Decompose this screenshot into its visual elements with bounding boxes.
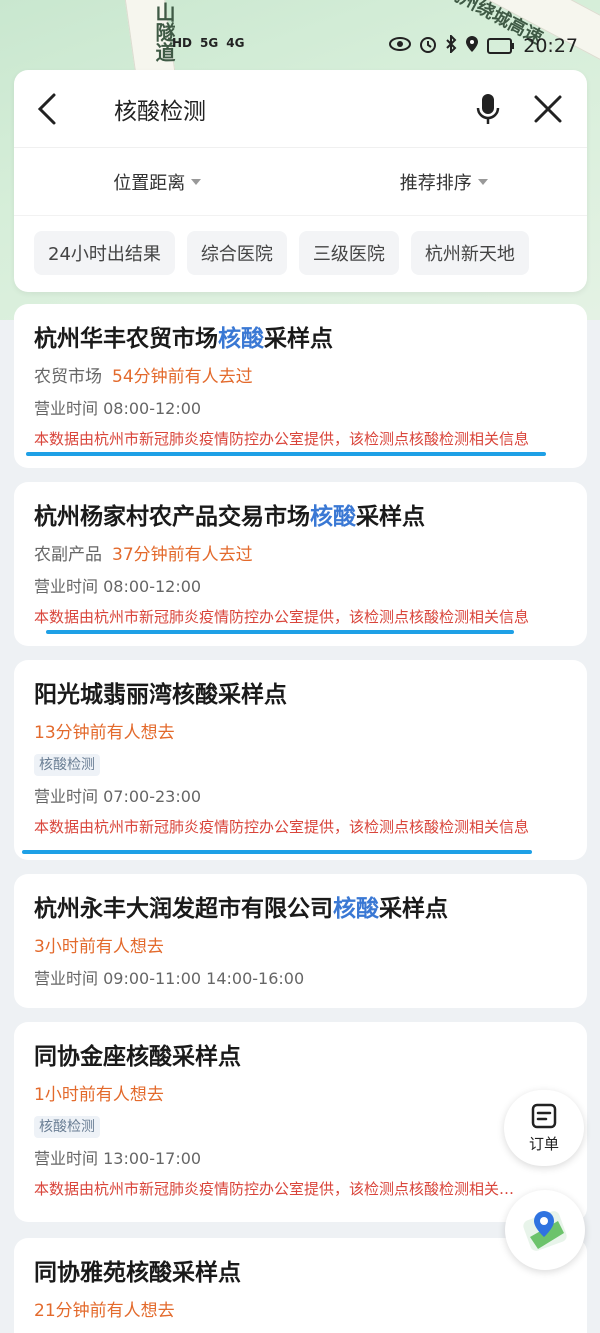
result-meta: 农副产品 37分钟前有人去过 xyxy=(34,544,567,566)
result-title: 同协雅苑核酸采样点 xyxy=(34,1260,241,1286)
filter-label: 位置距离 xyxy=(113,172,186,194)
result-card[interactable]: 杭州华丰农贸市场核酸采样点 农贸市场 54分钟前有人去过 营业时间 08:00-… xyxy=(14,304,587,468)
microphone-icon[interactable] xyxy=(471,92,505,126)
result-tag: 核酸检测 xyxy=(34,1116,100,1138)
location-icon xyxy=(465,35,479,58)
result-title: 阳光城翡丽湾核酸采样点 xyxy=(34,682,287,708)
filter-distance[interactable]: 位置距离 xyxy=(14,169,301,195)
result-notice: 本数据由杭州市新冠肺炎疫情防控办公室提供，该检测点核酸检测相关信息 xyxy=(34,1180,524,1198)
result-card[interactable]: 同协雅苑核酸采样点 21分钟前有人想去 xyxy=(14,1238,587,1333)
annotation-underline xyxy=(46,630,514,634)
result-hours: 营业时间 07:00-23:00 xyxy=(34,787,202,806)
order-button[interactable]: 订单 xyxy=(504,1090,584,1166)
map-pin-icon xyxy=(523,1211,567,1251)
result-card[interactable]: 同协金座核酸采样点 1小时前有人想去 核酸检测 营业时间 13:00-17:00… xyxy=(14,1022,587,1222)
result-visit: 21分钟前有人想去 xyxy=(34,1301,175,1321)
result-meta: 3小时前有人想去 xyxy=(34,936,567,958)
result-meta: 21分钟前有人想去 xyxy=(34,1300,567,1322)
result-hours: 营业时间 08:00-12:00 xyxy=(34,399,202,418)
clock-time: 20:27 xyxy=(523,35,578,57)
result-meta: 1小时前有人想去 xyxy=(34,1084,567,1106)
result-category: 农贸市场 xyxy=(34,367,102,387)
result-title: 杭州永丰大润发超市有限公司核酸采样点 xyxy=(34,896,448,922)
caret-down-icon xyxy=(477,178,488,185)
search-panel: 核酸检测 位置距离 推荐排序 24小时出结果 综合医院 三级医院 杭州新天地 xyxy=(14,70,587,292)
bluetooth-icon xyxy=(445,33,457,58)
back-icon[interactable] xyxy=(36,92,70,126)
result-category: 农副产品 xyxy=(34,545,102,565)
chip-general-hospital[interactable]: 综合医院 xyxy=(186,231,287,275)
result-notice: 本数据由杭州市新冠肺炎疫情防控办公室提供，该检测点核酸检测相关信息 xyxy=(34,818,530,836)
alarm-icon xyxy=(419,35,437,58)
filter-bar: 位置距离 推荐排序 xyxy=(14,148,587,216)
result-visit: 3小时前有人想去 xyxy=(34,937,164,957)
chip-tier3-hospital[interactable]: 三级医院 xyxy=(298,231,399,275)
map-view-button[interactable] xyxy=(505,1190,585,1270)
result-card[interactable]: 杭州永丰大润发超市有限公司核酸采样点 3小时前有人想去 营业时间 09:00-1… xyxy=(14,874,587,1008)
result-card[interactable]: 阳光城翡丽湾核酸采样点 13分钟前有人想去 核酸检测 营业时间 07:00-23… xyxy=(14,660,587,860)
battery-icon xyxy=(487,38,515,54)
order-label: 订单 xyxy=(528,1134,559,1153)
result-meta: 13分钟前有人想去 xyxy=(34,722,567,744)
result-meta: 农贸市场 54分钟前有人去过 xyxy=(34,366,567,388)
result-hours: 营业时间 13:00-17:00 xyxy=(34,1149,202,1168)
status-bar: 20:27 xyxy=(0,30,600,62)
chip-row: 24小时出结果 综合医院 三级医院 杭州新天地 xyxy=(14,216,587,290)
chip-hangzhou-xintiandi[interactable]: 杭州新天地 xyxy=(410,231,529,275)
eye-icon xyxy=(389,36,412,56)
result-card[interactable]: 杭州杨家村农产品交易市场核酸采样点 农副产品 37分钟前有人去过 营业时间 08… xyxy=(14,482,587,646)
result-visit: 37分钟前有人去过 xyxy=(112,545,253,565)
search-input[interactable]: 核酸检测 xyxy=(114,92,471,126)
result-notice: 本数据由杭州市新冠肺炎疫情防控办公室提供，该检测点核酸检测相关信息 xyxy=(34,608,530,626)
caret-down-icon xyxy=(191,178,202,185)
result-tag: 核酸检测 xyxy=(34,754,100,776)
result-visit: 54分钟前有人去过 xyxy=(112,367,253,387)
annotation-underline xyxy=(26,452,546,456)
filter-sort[interactable]: 推荐排序 xyxy=(301,169,588,195)
result-hours: 营业时间 08:00-12:00 xyxy=(34,577,202,596)
chip-24h-result[interactable]: 24小时出结果 xyxy=(34,231,175,275)
result-title: 同协金座核酸采样点 xyxy=(34,1044,241,1070)
result-visit: 13分钟前有人想去 xyxy=(34,723,175,743)
search-bar: 核酸检测 xyxy=(14,70,587,148)
close-icon[interactable] xyxy=(531,92,565,126)
annotation-underline xyxy=(22,850,532,854)
order-list-icon xyxy=(531,1103,557,1128)
result-hours: 营业时间 09:00-11:00 14:00-16:00 xyxy=(34,969,305,988)
result-notice: 本数据由杭州市新冠肺炎疫情防控办公室提供，该检测点核酸检测相关信息 xyxy=(34,430,530,448)
result-title: 杭州杨家村农产品交易市场核酸采样点 xyxy=(34,504,425,530)
result-title: 杭州华丰农贸市场核酸采样点 xyxy=(34,326,333,352)
result-visit: 1小时前有人想去 xyxy=(34,1085,164,1105)
filter-label: 推荐排序 xyxy=(399,172,472,194)
